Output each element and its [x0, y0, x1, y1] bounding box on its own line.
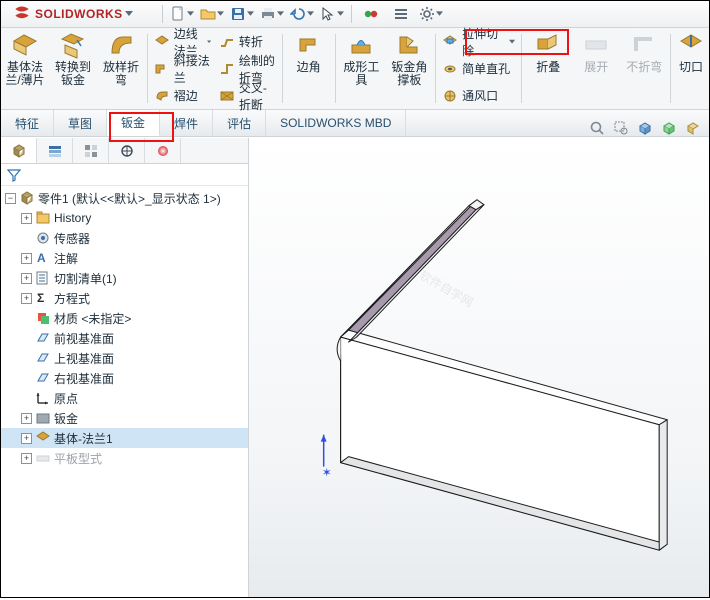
gusset-button[interactable]: 钣金角撑板: [385, 28, 433, 109]
origin-icon: [35, 390, 51, 406]
chevron-down-icon: [125, 10, 133, 18]
fold-button[interactable]: 折叠: [524, 28, 572, 109]
options-list-button[interactable]: [387, 3, 415, 25]
extruded-cut-button[interactable]: 拉伸切除: [438, 30, 519, 54]
command-manager-ribbon: 基体法兰/薄片 转换到钣金 放样折弯 边线法兰 斜接法兰 褶边 转折 绘制的折弯…: [1, 28, 709, 110]
hem-button[interactable]: 褶边: [150, 84, 215, 108]
tree-item-history[interactable]: +History: [1, 208, 248, 228]
base-flange-icon: [35, 430, 51, 446]
graphics-viewport[interactable]: 软件自学网 ✶: [249, 138, 709, 597]
quick-access-toolbar: [159, 3, 445, 25]
jog-button[interactable]: 转折: [215, 30, 280, 54]
equations-icon: Σ: [35, 290, 51, 306]
feature-tree[interactable]: −零件1 (默认<<默认>_显示状态 1>) +History 传感器 +A注解…: [1, 186, 248, 597]
manager-tab-bar: [1, 138, 248, 164]
tab-sketch[interactable]: 草图: [54, 110, 107, 136]
solidworks-logo-icon: [11, 3, 33, 25]
tree-item-right-plane[interactable]: 右视基准面: [1, 368, 248, 388]
tree-item-material[interactable]: 材质 <未指定>: [1, 308, 248, 328]
history-icon: [35, 210, 51, 226]
dimxpert-manager-tab[interactable]: [109, 138, 145, 163]
tree-item-cutlist[interactable]: +切割清单(1): [1, 268, 248, 288]
rebuild-button[interactable]: [357, 3, 385, 25]
svg-text:✶: ✶: [322, 466, 332, 480]
tab-features[interactable]: 特征: [1, 110, 54, 136]
tree-item-top-plane[interactable]: 上视基准面: [1, 348, 248, 368]
view-orientation-icon[interactable]: [635, 118, 655, 138]
tree-item-sensors[interactable]: 传感器: [1, 228, 248, 248]
plane-icon: [35, 350, 51, 366]
sheetmetal-folder-icon: [35, 410, 51, 426]
display-manager-tab[interactable]: [145, 138, 181, 163]
tree-item-base-flange1[interactable]: +基体-法兰1: [1, 428, 248, 448]
save-button[interactable]: [228, 3, 256, 25]
tab-mbd[interactable]: SOLIDWORKS MBD: [266, 110, 406, 136]
tree-root[interactable]: −零件1 (默认<<默认>_显示状态 1>): [1, 188, 248, 208]
vent-button[interactable]: 通风口: [438, 84, 519, 108]
miter-flange-button[interactable]: 斜接法兰: [150, 57, 215, 81]
settings-button[interactable]: [417, 3, 445, 25]
svg-text:软件自学网: 软件自学网: [417, 267, 476, 310]
app-logo[interactable]: SOLIDWORKS: [5, 3, 139, 25]
funnel-icon: [7, 168, 21, 182]
tab-sheetmetal[interactable]: 钣金: [107, 110, 160, 136]
tree-root-label: 零件1 (默认<<默认>_显示状态 1>): [38, 190, 221, 207]
material-icon: [35, 310, 51, 326]
undo-button[interactable]: [288, 3, 316, 25]
cross-break-button[interactable]: 交叉-折断: [215, 84, 280, 108]
tree-item-origin[interactable]: 原点: [1, 388, 248, 408]
feature-manager-panel: −零件1 (默认<<默认>_显示状态 1>) +History 传感器 +A注解…: [1, 138, 249, 597]
lofted-bend-button[interactable]: 放样折弯: [97, 28, 145, 109]
flat-pattern-icon: [35, 450, 51, 466]
tree-filter-row[interactable]: [1, 164, 248, 186]
select-button[interactable]: [318, 3, 346, 25]
svg-text:Σ: Σ: [37, 291, 44, 305]
convert-to-sheetmetal-button[interactable]: 转换到钣金: [49, 28, 97, 109]
plane-icon: [35, 370, 51, 386]
zoom-area-icon[interactable]: [611, 118, 631, 138]
plane-icon: [35, 330, 51, 346]
heads-up-view-toolbar: [587, 118, 703, 138]
new-file-button[interactable]: [168, 3, 196, 25]
no-bend-button[interactable]: 不折弯: [620, 28, 668, 109]
app-title: SOLIDWORKS: [35, 7, 123, 21]
zoom-fit-icon[interactable]: [587, 118, 607, 138]
tab-evaluate[interactable]: 评估: [213, 110, 266, 136]
corners-button[interactable]: 边角: [285, 28, 333, 109]
open-file-button[interactable]: [198, 3, 226, 25]
section-view-icon[interactable]: [683, 118, 703, 138]
tree-item-sheetmetal-folder[interactable]: +钣金: [1, 408, 248, 428]
simple-hole-button[interactable]: 简单直孔: [438, 57, 519, 81]
tree-item-annotations[interactable]: +A注解: [1, 248, 248, 268]
property-manager-tab[interactable]: [37, 138, 73, 163]
edge-flange-button[interactable]: 边线法兰: [150, 30, 215, 54]
menu-bar: SOLIDWORKS: [1, 1, 709, 28]
tab-weldments[interactable]: 焊件: [160, 110, 213, 136]
sketched-bend-button[interactable]: 绘制的折弯: [215, 57, 280, 81]
cutlist-icon: [35, 270, 51, 286]
forming-tool-button[interactable]: 成形工具: [337, 28, 385, 109]
tree-item-equations[interactable]: +Σ方程式: [1, 288, 248, 308]
sensor-icon: [35, 230, 51, 246]
svg-text:A: A: [37, 251, 46, 265]
print-button[interactable]: [258, 3, 286, 25]
configuration-manager-tab[interactable]: [73, 138, 109, 163]
base-flange-button[interactable]: 基体法兰/薄片: [1, 28, 49, 109]
annotation-icon: A: [35, 250, 51, 266]
display-style-icon[interactable]: [659, 118, 679, 138]
tree-item-front-plane[interactable]: 前视基准面: [1, 328, 248, 348]
feature-manager-tab[interactable]: [1, 138, 37, 163]
rip-button[interactable]: 切口: [673, 28, 709, 109]
tree-item-flat-pattern[interactable]: +平板型式: [1, 448, 248, 468]
unfold-button[interactable]: 展开: [572, 28, 620, 109]
